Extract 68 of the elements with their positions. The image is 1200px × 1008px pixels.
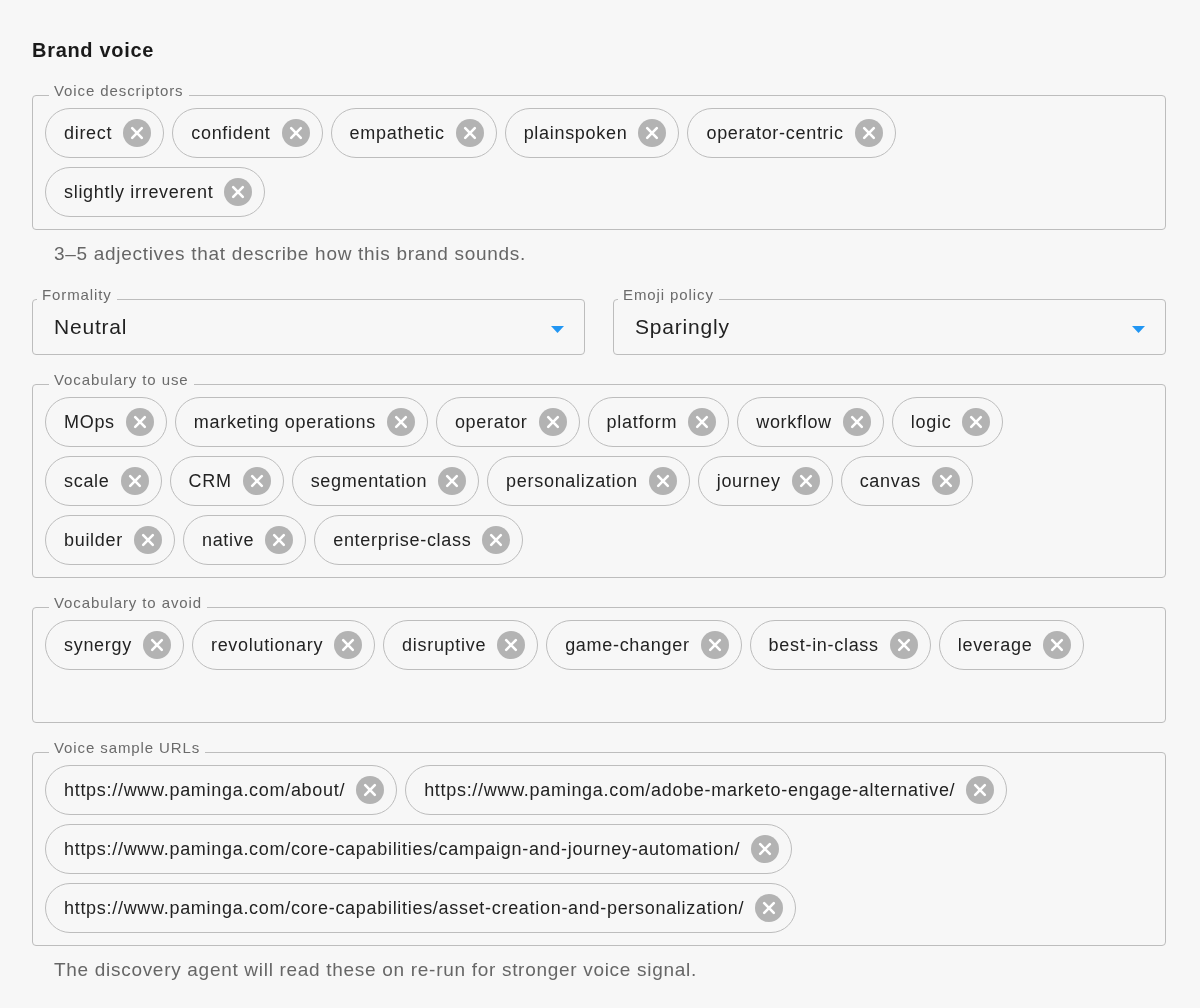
- close-icon[interactable]: [224, 178, 253, 206]
- tag-chip[interactable]: builder: [45, 515, 175, 565]
- tag-chip[interactable]: disruptive: [383, 620, 539, 670]
- close-icon[interactable]: [1043, 631, 1072, 659]
- close-icon[interactable]: [497, 631, 526, 659]
- close-icon[interactable]: [356, 776, 385, 804]
- close-icon[interactable]: [700, 631, 729, 659]
- close-icon[interactable]: [125, 408, 154, 436]
- tag-chip[interactable]: enterprise-class: [314, 515, 524, 565]
- select-value: Sparingly: [635, 315, 730, 339]
- tag-chip[interactable]: workflow: [737, 397, 884, 447]
- close-icon[interactable]: [133, 526, 162, 554]
- close-icon[interactable]: [334, 631, 363, 659]
- close-icon[interactable]: [854, 119, 883, 147]
- tag-chip[interactable]: confident: [172, 108, 323, 158]
- dropdown-field[interactable]: Emoji policy Sparingly: [613, 286, 1166, 355]
- close-icon[interactable]: [648, 467, 677, 495]
- tag-chip[interactable]: personalization: [487, 456, 690, 506]
- close-icon[interactable]: [889, 631, 918, 659]
- close-icon[interactable]: [265, 526, 294, 554]
- close-icon[interactable]: [482, 526, 511, 554]
- helper-text: 3–5 adjectives that describe how this brand sounds.: [54, 242, 526, 266]
- close-icon[interactable]: [281, 119, 310, 147]
- caret-icon: [551, 326, 564, 333]
- helper-text: The discovery agent will read these on re-run for stronger voice signal.: [54, 958, 697, 982]
- section-title: Brand voice: [32, 38, 155, 63]
- close-icon[interactable]: [638, 119, 667, 147]
- close-icon[interactable]: [455, 119, 484, 147]
- tag-chip[interactable]: direct: [45, 108, 165, 158]
- field-label: Voice descriptors: [53, 82, 185, 101]
- select-value: Neutral: [54, 315, 128, 339]
- field-label: Vocabulary to avoid: [53, 594, 204, 613]
- tag-chip[interactable]: https://www.paminga.com/core-capabilities/asset-creation-and-personalization/: [45, 883, 797, 933]
- close-icon[interactable]: [142, 631, 171, 659]
- tag-chip[interactable]: https://www.paminga.com/about/: [45, 765, 398, 815]
- close-icon[interactable]: [966, 776, 995, 804]
- close-icon[interactable]: [242, 467, 271, 495]
- tag-chip[interactable]: https://www.paminga.com/core-capabilities/campaign-and-journey-automation/: [45, 824, 793, 874]
- close-icon[interactable]: [538, 408, 567, 436]
- tag-input-field[interactable]: Vocabulary to use MOps marketing operations operator platform workflow logic scale CRM segmentation personalization journey canvas builder native enterprise-class: [32, 371, 1166, 578]
- close-icon[interactable]: [688, 408, 717, 436]
- close-icon[interactable]: [123, 119, 152, 147]
- tag-chip[interactable]: journey: [697, 456, 833, 506]
- field-label: Formality: [41, 286, 113, 305]
- close-icon[interactable]: [386, 408, 415, 436]
- close-icon[interactable]: [120, 467, 149, 495]
- close-icon[interactable]: [842, 408, 871, 436]
- dropdown-field[interactable]: Formality Neutral: [32, 286, 585, 355]
- close-icon[interactable]: [438, 467, 467, 495]
- field-label: Voice sample URLs: [53, 739, 202, 758]
- tag-chip[interactable]: slightly irreverent: [45, 167, 266, 217]
- tag-chip[interactable]: MOps: [45, 397, 167, 447]
- caret-icon: [1132, 326, 1145, 333]
- close-icon[interactable]: [751, 835, 780, 863]
- tag-chip[interactable]: scale: [45, 456, 162, 506]
- tag-input-field[interactable]: [32, 739, 1166, 946]
- close-icon[interactable]: [791, 467, 820, 495]
- field-label: Vocabulary to use: [53, 371, 190, 390]
- tag-chip[interactable]: game-changer: [546, 620, 742, 670]
- tag-chip[interactable]: synergy: [45, 620, 184, 670]
- tag-input-field[interactable]: Vocabulary to avoid synergy revolutionary disruptive game-changer best-in-class leverage: [32, 594, 1166, 723]
- tag-input-field[interactable]: Voice descriptors direct confident empathetic plainspoken operator-centric slightly irreverent: [32, 82, 1166, 230]
- close-icon[interactable]: [931, 467, 960, 495]
- tag-chip[interactable]: https://www.paminga.com/adobe-marketo-engage-alternative/: [405, 765, 1008, 815]
- field-label: Emoji policy: [622, 286, 715, 305]
- tag-chip[interactable]: operator-centric: [687, 108, 896, 158]
- close-icon[interactable]: [962, 408, 991, 436]
- close-icon[interactable]: [755, 894, 784, 922]
